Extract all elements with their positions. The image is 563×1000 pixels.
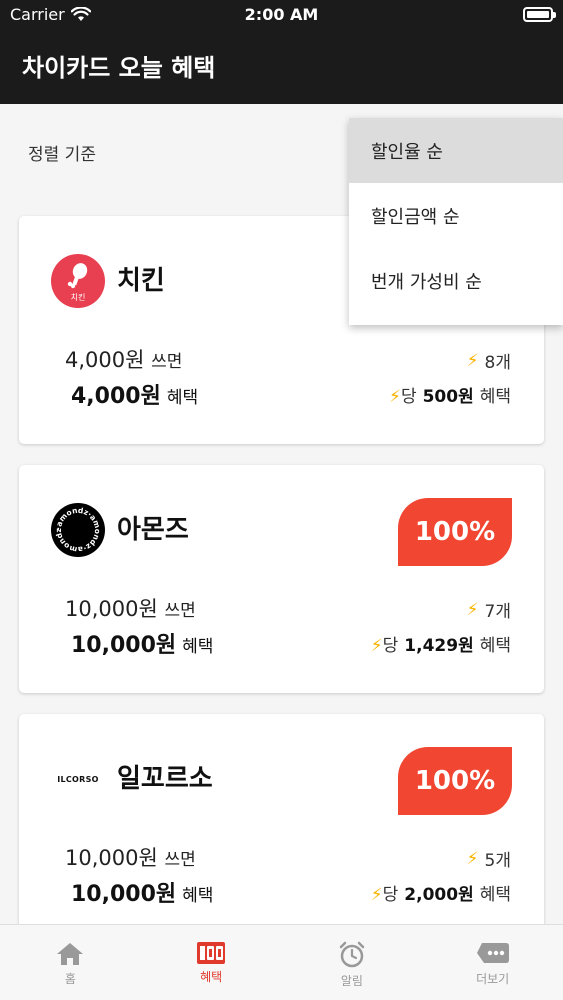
status-time: 2:00 AM — [244, 5, 319, 24]
spend-value: 4,000원 — [65, 348, 145, 372]
battery-icon — [523, 7, 556, 22]
benefit-suffix: 혜택 — [182, 886, 214, 906]
spend-value: 10,000원 — [65, 597, 158, 621]
benefit-100-icon — [197, 942, 226, 964]
benefit-card-ilcorso[interactable]: ILCORSO 일꼬르소 100% 10,000원 쓰면 10,000원 혜택 ⚡… — [19, 714, 544, 942]
lightning-icon: ⚡ — [466, 350, 479, 371]
count-value: 5개 — [484, 851, 511, 871]
per-suffix: 혜택 — [479, 387, 511, 407]
per-prefix: 당 — [400, 387, 417, 407]
tab-label: 알림 — [340, 974, 363, 988]
spend-amount: 10,000원 쓰면 — [65, 842, 196, 872]
benefit-amount: 10,000원 혜택 — [71, 627, 213, 659]
lightning-icon: ⚡ — [466, 848, 479, 869]
benefit-value: 10,000원 — [71, 882, 177, 907]
per-lightning-benefit: ⚡당 500원 혜택 — [389, 382, 511, 407]
spend-suffix: 쓰면 — [164, 601, 196, 621]
spend-amount: 4,000원 쓰면 — [65, 344, 182, 374]
spend-suffix: 쓰면 — [151, 352, 183, 372]
per-value: 1,429원 — [404, 636, 474, 656]
per-lightning-benefit: ⚡당 2,000원 혜택 — [371, 880, 511, 905]
spend-value: 10,000원 — [65, 846, 158, 870]
per-suffix: 혜택 — [479, 885, 511, 905]
amondz-ring-icon: ·amondz·amondz·amondz — [54, 506, 102, 554]
bottom-tab-bar: 홈 혜택 알림 더보기 — [0, 924, 563, 1000]
ilcorso-logo-text: ILCORSO — [57, 774, 99, 784]
benefit-suffix: 혜택 — [182, 637, 214, 657]
chicken-logo: 치킨 — [51, 254, 105, 308]
svg-text:·amondz·amondz·amondz: ·amondz·amondz·amondz — [54, 506, 102, 554]
per-suffix: 혜택 — [479, 636, 511, 656]
benefit-amount: 10,000원 혜택 — [71, 876, 213, 908]
lightning-icon: ⚡ — [370, 885, 383, 905]
benefit-card-amondz[interactable]: ·amondz·amondz·amondz 아몬즈 100% 10,000원 쓰… — [19, 465, 544, 693]
chicken-leg-icon: 치킨 — [67, 263, 88, 302]
per-value: 500원 — [422, 387, 474, 407]
per-prefix: 당 — [382, 636, 399, 656]
sort-option-lightning-value[interactable]: 번개 가성비 순 — [349, 248, 563, 313]
page-title: 차이카드 오늘 혜택 — [22, 54, 216, 82]
spend-suffix: 쓰면 — [164, 850, 196, 870]
status-bar: Carrier 2:00 AM — [0, 0, 563, 30]
sort-option-discount-amount[interactable]: 할인금액 순 — [349, 183, 563, 248]
lightning-count: ⚡ 5개 — [466, 846, 511, 872]
chicken-logo-text: 치킨 — [71, 292, 86, 302]
tab-benefits[interactable]: 혜택 — [141, 925, 282, 1000]
store-name: 일꼬르소 — [117, 764, 213, 794]
tab-home[interactable]: 홈 — [0, 925, 141, 1000]
lightning-icon: ⚡ — [370, 636, 383, 656]
benefit-suffix: 혜택 — [166, 388, 199, 408]
tab-notifications[interactable]: 알림 — [282, 925, 423, 1000]
spend-amount: 10,000원 쓰면 — [65, 593, 196, 623]
sort-option-discount-rate[interactable]: 할인율 순 — [349, 118, 563, 183]
lightning-icon: ⚡ — [466, 599, 479, 620]
benefit-value: 10,000원 — [71, 633, 177, 658]
sort-label: 정렬 기준 — [28, 145, 96, 165]
more-bubble-icon — [476, 943, 509, 963]
per-value: 2,000원 — [404, 885, 474, 905]
store-name: 치킨 — [117, 266, 165, 296]
lightning-count: ⚡ 7개 — [466, 597, 511, 623]
per-prefix: 당 — [382, 885, 399, 905]
ilcorso-logo: ILCORSO — [51, 752, 105, 806]
count-value: 8개 — [484, 353, 511, 373]
benefit-amount: 4,000원 혜택 — [71, 378, 198, 410]
sort-dropdown-menu: 할인율 순 할인금액 순 번개 가성비 순 — [349, 118, 563, 325]
lightning-icon: ⚡ — [389, 387, 401, 407]
discount-badge: 100% — [398, 747, 512, 815]
count-value: 7개 — [484, 602, 511, 622]
per-lightning-benefit: ⚡당 1,429원 혜택 — [371, 631, 511, 656]
lightning-count: ⚡ 8개 — [466, 348, 511, 374]
store-name: 아몬즈 — [117, 515, 189, 545]
tab-label: 혜택 — [200, 970, 223, 984]
home-icon — [57, 943, 84, 965]
discount-badge: 100% — [398, 498, 512, 566]
tab-label: 더보기 — [476, 972, 510, 986]
tab-label: 홈 — [64, 972, 76, 986]
benefit-value: 4,000원 — [71, 384, 161, 409]
alarm-clock-icon — [339, 941, 365, 968]
app-header: Carrier 2:00 AM 차이카드 오늘 혜택 — [0, 0, 563, 104]
tab-more[interactable]: 더보기 — [422, 925, 563, 1000]
amondz-logo: ·amondz·amondz·amondz — [51, 503, 105, 557]
